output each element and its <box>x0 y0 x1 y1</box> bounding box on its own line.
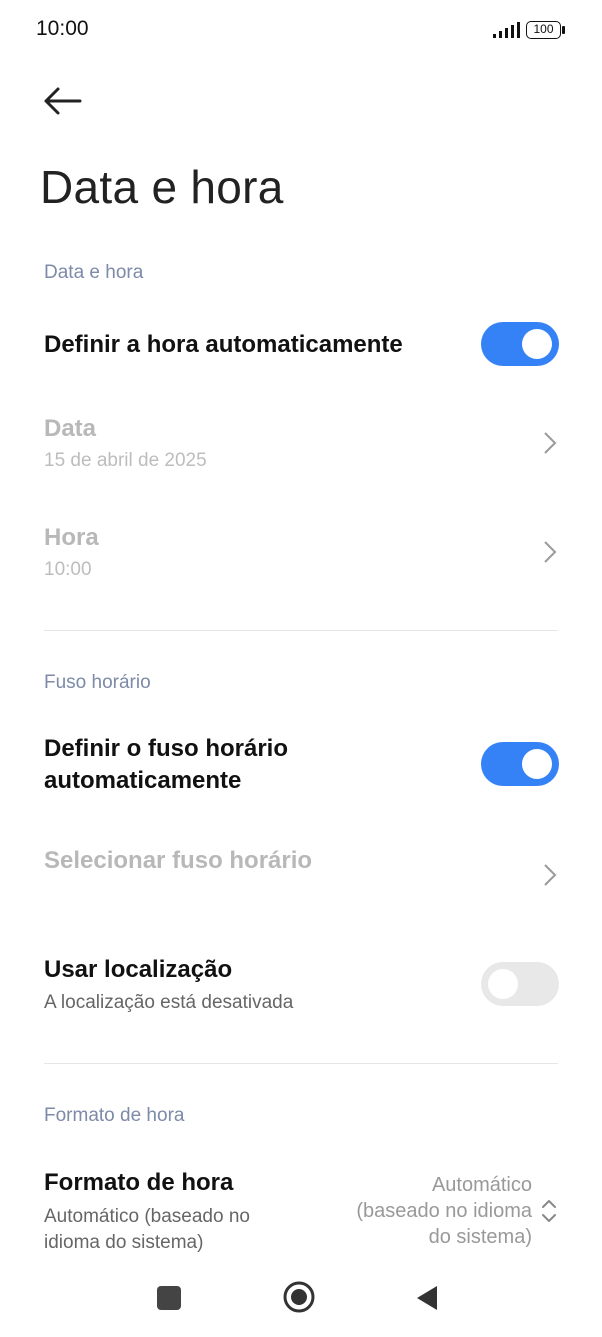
auto-timezone-title-line1: Definir o fuso horário <box>44 735 289 762</box>
auto-timezone-row[interactable]: Definir o fuso horário automaticamente <box>0 730 602 800</box>
status-time: 10:00 <box>36 17 89 40</box>
date-row[interactable]: Data 15 de abril de 2025 <box>0 405 602 485</box>
time-format-row[interactable]: Formato de hora Automático (baseado no i… <box>0 1160 602 1260</box>
nav-recents-square-icon[interactable] <box>157 1286 181 1310</box>
section-header-datetime: Data e hora <box>44 262 144 283</box>
auto-time-row[interactable]: Definir a hora automaticamente <box>0 315 602 375</box>
time-format-subtitle-line2: idioma do sistema) <box>44 1232 204 1253</box>
time-format-title: Formato de hora <box>44 1169 234 1196</box>
use-location-subtitle: A localização está desativada <box>44 992 294 1013</box>
date-value: 15 de abril de 2025 <box>44 450 207 471</box>
chevron-right-icon <box>544 864 557 886</box>
use-location-title: Usar localização <box>44 956 233 983</box>
time-title: Hora <box>44 524 99 551</box>
use-location-row[interactable]: Usar localização A localização está desa… <box>0 950 602 1020</box>
auto-timezone-toggle[interactable] <box>481 742 559 786</box>
battery-tip <box>562 26 565 34</box>
section-header-time-format: Formato de hora <box>44 1105 185 1126</box>
auto-time-title: Definir a hora automaticamente <box>44 331 403 358</box>
use-location-toggle[interactable] <box>481 962 559 1006</box>
time-format-value-line3: do sistema) <box>428 1226 532 1248</box>
auto-timezone-title-line2: automaticamente <box>44 767 242 794</box>
divider <box>44 630 558 631</box>
chevron-right-icon <box>544 541 557 563</box>
time-format-value-line1: Automático <box>431 1174 532 1196</box>
auto-time-toggle[interactable] <box>481 322 559 366</box>
divider <box>44 1063 558 1064</box>
time-value: 10:00 <box>44 559 92 580</box>
battery-icon: 100 <box>526 21 561 39</box>
page-title: Data e hora <box>40 161 284 213</box>
chevron-right-icon <box>544 432 557 454</box>
signal-icon <box>493 22 520 38</box>
back-arrow-icon[interactable] <box>42 84 82 118</box>
nav-home-circle-icon[interactable] <box>282 1280 316 1314</box>
time-format-subtitle-line1: Automático (baseado no <box>44 1206 250 1227</box>
section-header-timezone: Fuso horário <box>44 672 151 693</box>
time-format-value-line2: (baseado no idioma <box>356 1200 532 1222</box>
nav-back-triangle-icon[interactable] <box>413 1283 439 1313</box>
select-timezone-row[interactable]: Selecionar fuso horário <box>0 840 602 910</box>
chevron-updown-icon[interactable] <box>539 1196 559 1226</box>
date-title: Data <box>44 415 97 442</box>
select-timezone-title: Selecionar fuso horário <box>44 847 313 874</box>
time-row[interactable]: Hora 10:00 <box>0 515 602 595</box>
battery-level: 100 <box>533 22 554 36</box>
